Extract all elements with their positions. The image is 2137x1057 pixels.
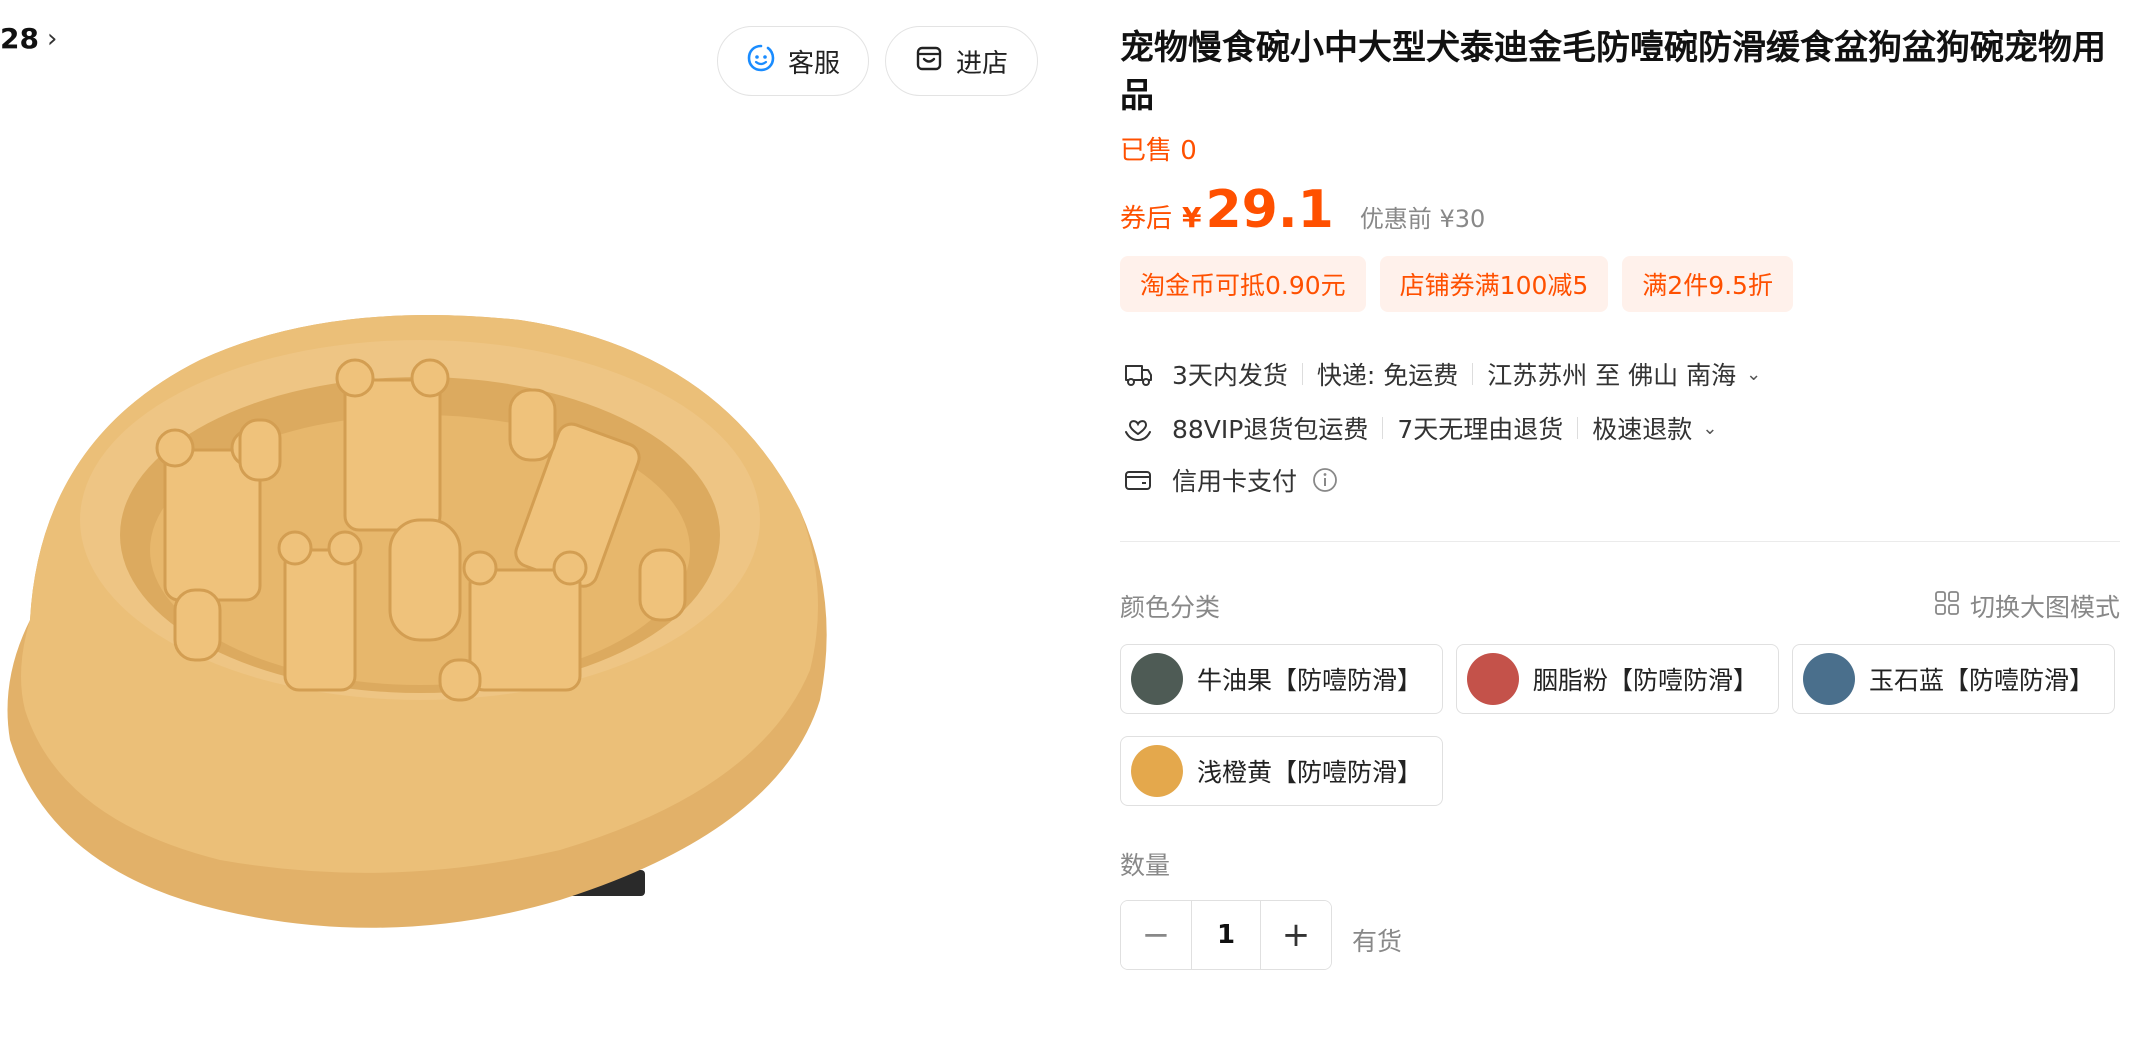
shipping-fee: 快递: 免运费 <box>1316 361 1459 390</box>
payment-row: 信用卡支付 <box>1120 462 1339 498</box>
color-section-label: 颜色分类 <box>1120 593 1221 622</box>
shipping-row[interactable]: 3天内发货 快递: 免运费 江苏苏州 至 佛山 南海 ⌄ <box>1120 356 1761 392</box>
price-currency: ¥ <box>1182 201 1202 234</box>
sku-option-label: 浅橙黄【防噎防滑】 <box>1197 758 1423 787</box>
chevron-right-icon[interactable]: › <box>47 24 57 54</box>
sku-option-jade-blue[interactable]: 玉石蓝【防噎防滑】 <box>1792 644 2115 714</box>
customer-service-button[interactable]: 客服 <box>717 26 869 96</box>
sku-option-rouge-pink[interactable]: 胭脂粉【防噎防滑】 <box>1456 644 1779 714</box>
product-gallery: 28 › 客服 进店 <box>0 0 1080 1057</box>
enter-store-label: 进店 <box>956 48 1009 79</box>
sku-option-label: 玉石蓝【防噎防滑】 <box>1869 666 2095 695</box>
sold-count: 已售 0 <box>1120 136 1197 166</box>
sku-thumbnail <box>1131 745 1183 797</box>
guarantee-row[interactable]: 88VIP退货包运费 7天无理由退货 极速退款 ⌄ <box>1120 410 1717 446</box>
info-icon[interactable] <box>1311 466 1339 494</box>
breadcrumb[interactable]: 28 › <box>0 22 57 55</box>
product-image-slow-feeder-bowl[interactable] <box>0 270 840 960</box>
quantity-label: 数量 <box>1120 851 1171 880</box>
promo-tag-multi-buy[interactable]: 满2件9.5折 <box>1622 256 1793 312</box>
quantity-stepper[interactable]: − 1 + <box>1120 900 1332 970</box>
divider <box>1472 363 1474 385</box>
shipping-route[interactable]: 江苏苏州 至 佛山 南海 <box>1487 356 1736 392</box>
switch-mode-label: 切换大图模式 <box>1969 593 2120 622</box>
original-price: 优惠前 ¥30 <box>1359 205 1486 233</box>
price-row: 券后 ¥ 29.1 优惠前 ¥30 <box>1120 180 1485 240</box>
grid-icon <box>1934 590 1960 622</box>
delivery-truck-icon <box>1120 356 1156 392</box>
guarantee-fast-refund[interactable]: 极速退款 <box>1592 410 1692 446</box>
promo-tag-store-coupon[interactable]: 店铺券满100减5 <box>1379 256 1609 312</box>
decrease-quantity-button[interactable]: − <box>1121 901 1191 969</box>
breadcrumb-text[interactable]: 28 <box>0 22 39 55</box>
section-divider <box>1120 541 2120 542</box>
divider <box>1382 417 1384 439</box>
enter-store-button[interactable]: 进店 <box>885 26 1038 96</box>
product-title: 宠物慢食碗小中大型犬泰迪金毛防噎碗防滑缓食盆狗盆狗碗宠物用品 <box>1120 28 2106 116</box>
sku-option-label: 牛油果【防噎防滑】 <box>1197 666 1423 695</box>
chevron-down-icon[interactable]: ⌄ <box>1746 364 1761 385</box>
store-icon <box>914 43 944 80</box>
sku-option-avocado[interactable]: 牛油果【防噎防滑】 <box>1120 644 1443 714</box>
chevron-down-icon[interactable]: ⌄ <box>1702 418 1717 439</box>
sku-thumbnail <box>1467 653 1519 705</box>
card-icon <box>1120 462 1156 498</box>
stock-status: 有货 <box>1352 927 1403 956</box>
shipping-time: 3天内发货 <box>1172 361 1288 390</box>
promo-tag-taojinbi[interactable]: 淘金币可抵0.90元 <box>1120 256 1366 312</box>
promo-tags: 淘金币可抵0.90元 店铺券满100减5 满2件9.5折 <box>1120 256 1793 312</box>
chat-face-icon <box>746 43 776 80</box>
sku-thumbnail <box>1803 653 1855 705</box>
divider <box>1301 363 1303 385</box>
divider <box>1577 417 1579 439</box>
switch-large-image-mode[interactable]: 切换大图模式 <box>1934 588 2120 624</box>
guarantee-88vip: 88VIP退货包运费 <box>1172 415 1369 444</box>
price-value: 29.1 <box>1205 180 1334 240</box>
price-prefix: 券后 <box>1120 204 1173 234</box>
sku-option-label: 胭脂粉【防噎防滑】 <box>1533 666 1759 695</box>
sku-thumbnail <box>1131 653 1183 705</box>
guarantee-7day: 7天无理由退货 <box>1397 415 1564 444</box>
product-info-panel: 宠物慢食碗小中大型犬泰迪金毛防噎碗防滑缓食盆狗盆狗碗宠物用品 已售 0 券后 ¥… <box>1120 0 2120 1057</box>
hand-heart-icon <box>1120 410 1156 446</box>
payment-label: 信用卡支付 <box>1172 467 1298 496</box>
increase-quantity-button[interactable]: + <box>1261 901 1331 969</box>
quantity-input[interactable]: 1 <box>1191 901 1261 969</box>
customer-service-label: 客服 <box>788 48 841 79</box>
sku-option-light-orange[interactable]: 浅橙黄【防噎防滑】 <box>1120 736 1443 806</box>
